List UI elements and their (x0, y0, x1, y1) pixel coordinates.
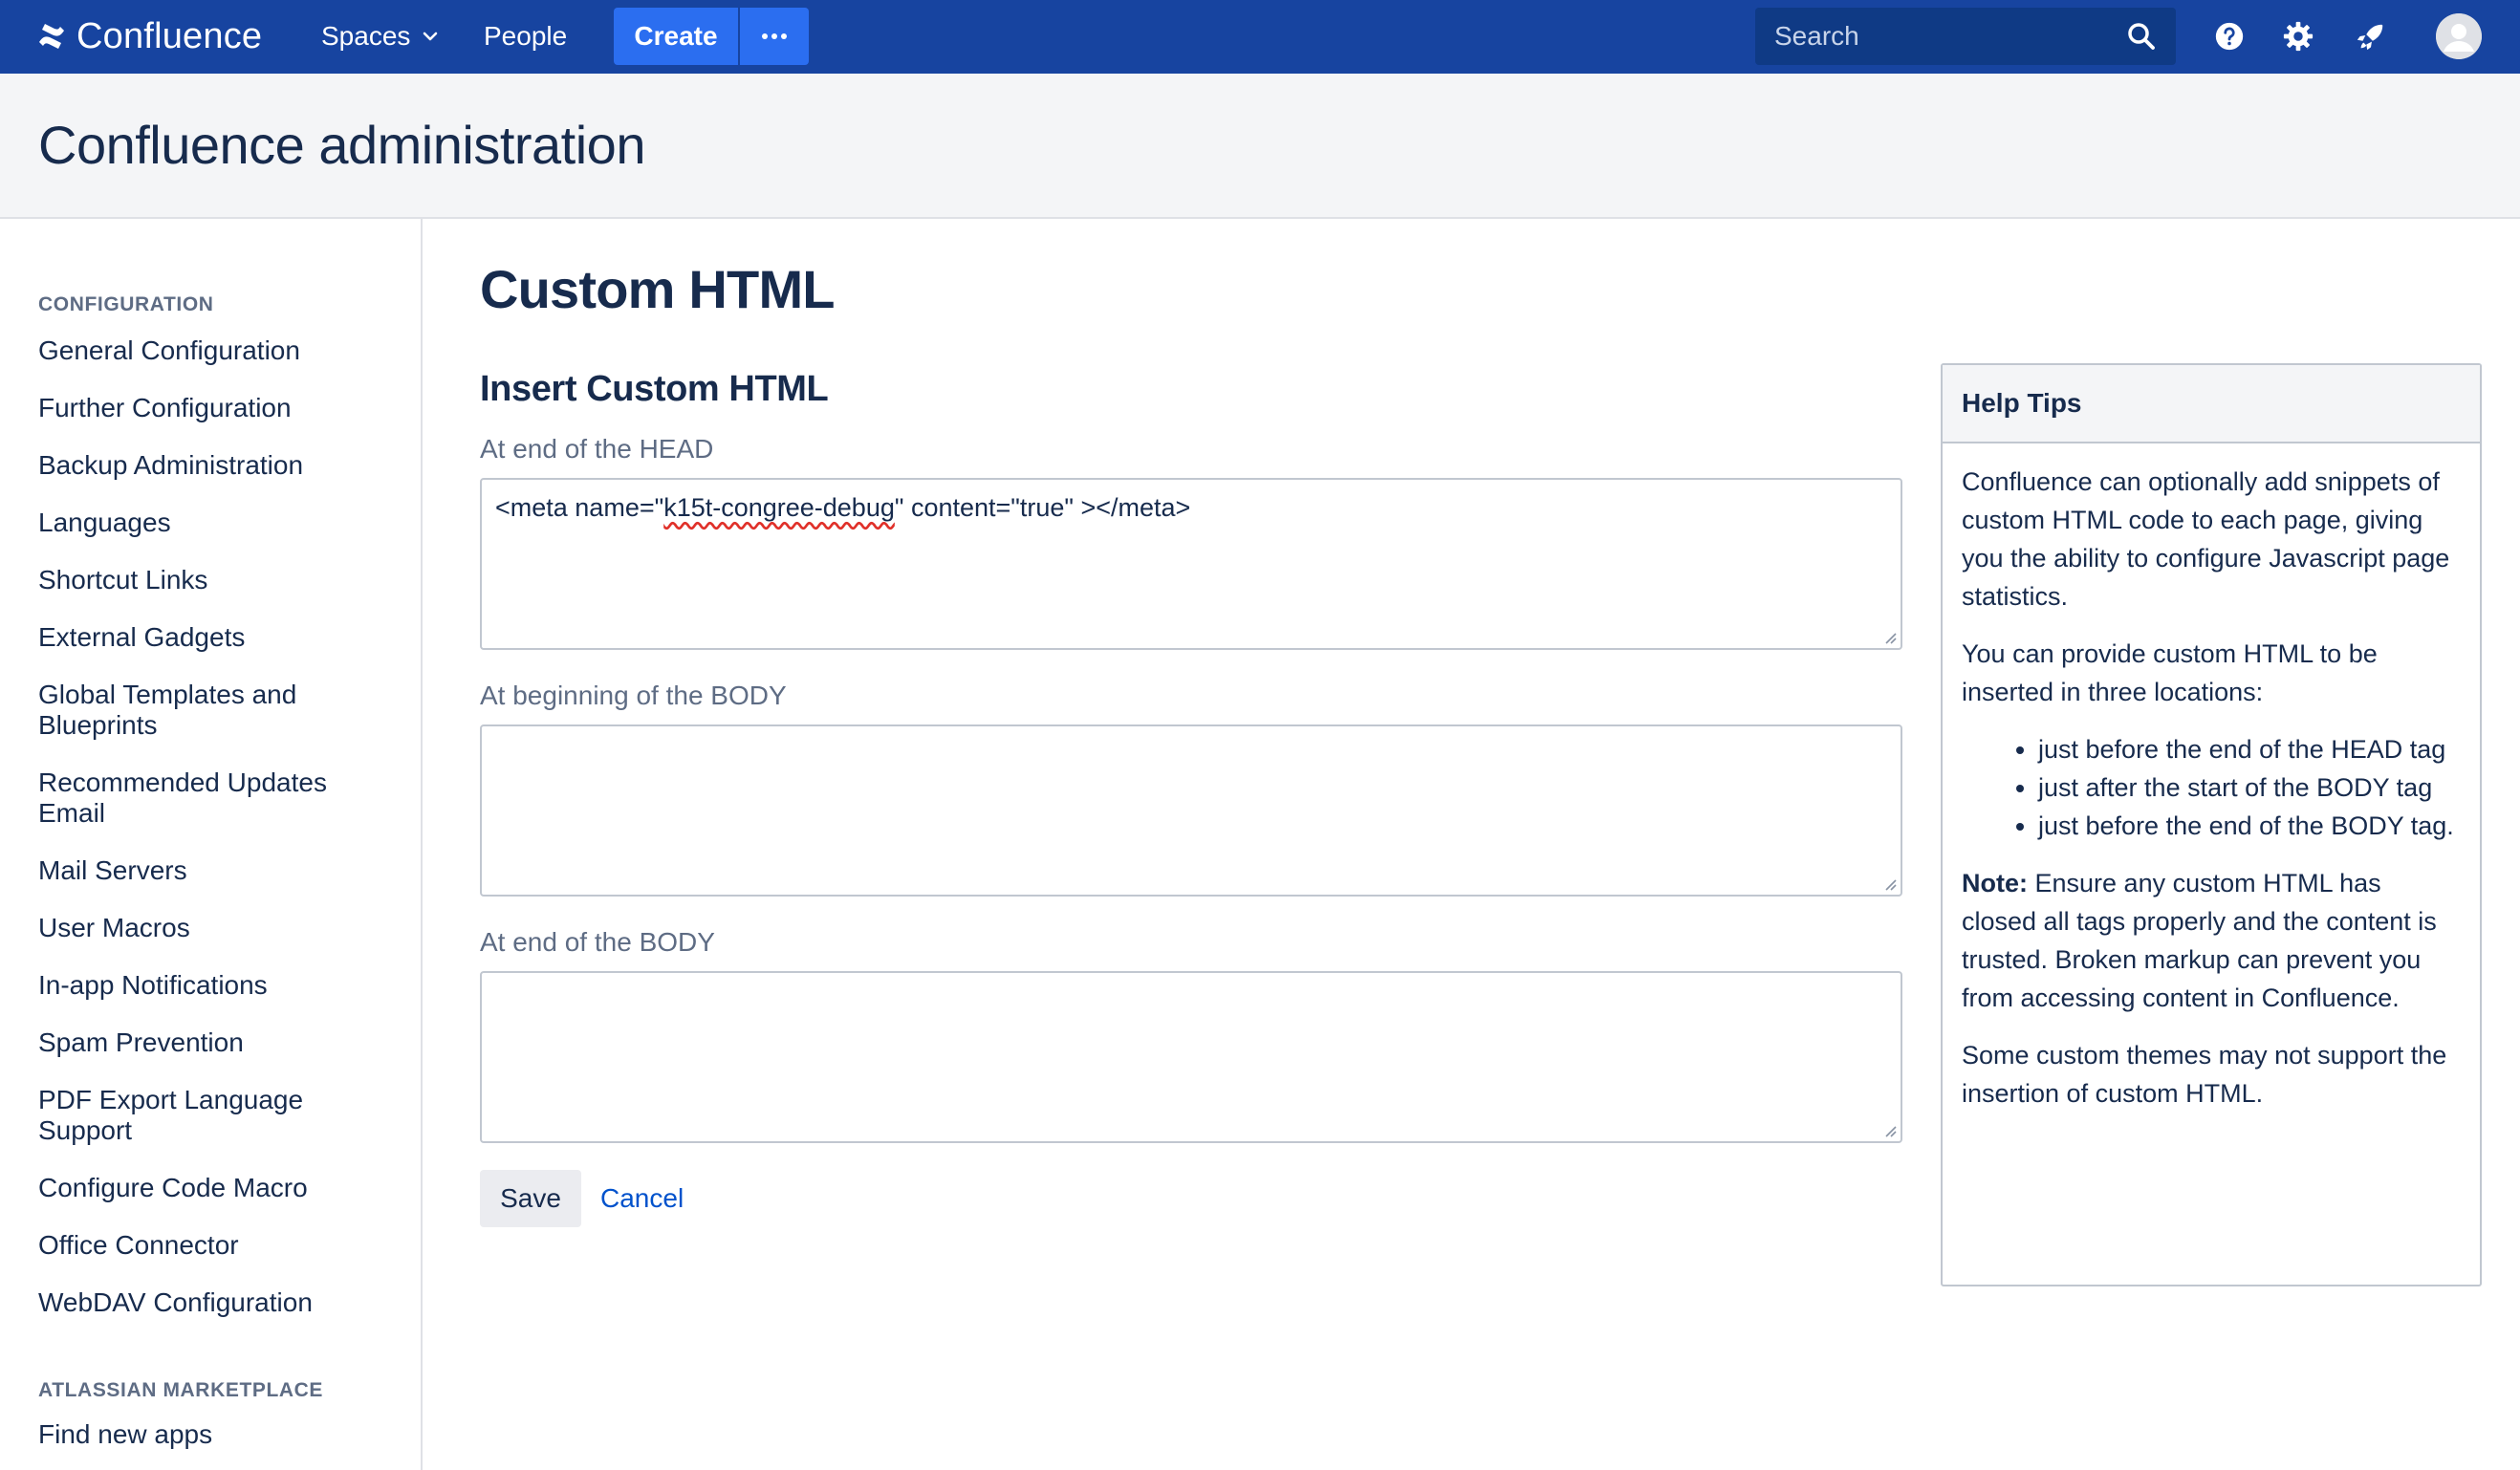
sidebar-item-languages[interactable]: Languages (38, 508, 392, 538)
body-end-html-input[interactable] (482, 973, 1901, 1141)
sidebar-item-recommended-updates[interactable]: Recommended Updates Email (38, 767, 392, 829)
help-icon[interactable] (2212, 19, 2247, 54)
create-button[interactable]: Create (614, 8, 738, 65)
search-input[interactable] (1774, 21, 2099, 52)
gear-icon[interactable] (2281, 19, 2315, 54)
help-tips-panel: Help Tips Confluence can optionally add … (1941, 363, 2482, 1286)
help-paragraph-note: Note: Ensure any custom HTML has closed … (1962, 864, 2461, 1017)
sidebar-item-pdf-export-language[interactable]: PDF Export Language Support (38, 1085, 392, 1146)
confluence-logo-icon (39, 24, 64, 49)
people-label: People (484, 21, 568, 51)
sidebar-item-general-configuration[interactable]: General Configuration (38, 335, 392, 366)
sidebar-heading-marketplace: ATLASSIAN MARKETPLACE (38, 1379, 324, 1401)
sidebar-item-in-app-notifications[interactable]: In-app Notifications (38, 970, 392, 1001)
head-html-value: <meta name="k15t-congree-debug" content=… (495, 493, 1190, 523)
more-dots-icon (762, 33, 787, 39)
sidebar-item-user-macros[interactable]: User Macros (38, 913, 392, 943)
help-note-text: Ensure any custom HTML has closed all ta… (1962, 869, 2437, 1012)
body-end-html-textarea[interactable] (480, 971, 1902, 1143)
body-start-html-textarea[interactable] (480, 724, 1902, 897)
cancel-link[interactable]: Cancel (600, 1170, 684, 1227)
head-value-prefix: <meta name=" (495, 493, 664, 522)
resize-grip-icon[interactable] (1881, 629, 1897, 644)
list-item: just before the end of the HEAD tag (2038, 730, 2461, 768)
help-locations-list: just before the end of the HEAD tag just… (1962, 730, 2461, 845)
admin-title: Confluence administration (38, 115, 645, 175)
search-icon[interactable] (2126, 21, 2157, 52)
create-more-button[interactable] (740, 8, 809, 65)
sidebar-item-mail-servers[interactable]: Mail Servers (38, 855, 392, 886)
help-paragraph-locations: You can provide custom HTML to be insert… (1962, 639, 2378, 706)
page-title: Custom HTML (480, 259, 836, 319)
list-item: just before the end of the BODY tag. (2038, 807, 2461, 845)
help-note-label: Note: (1962, 869, 2028, 897)
admin-header: Confluence administration (0, 74, 2520, 219)
sidebar-item-further-configuration[interactable]: Further Configuration (38, 393, 392, 423)
resize-grip-icon[interactable] (1881, 1122, 1897, 1137)
sidebar-item-spam-prevention[interactable]: Spam Prevention (38, 1027, 392, 1058)
help-paragraph-themes: Some custom themes may not support the i… (1962, 1041, 2447, 1108)
sidebar-item-office-connector[interactable]: Office Connector (38, 1230, 392, 1261)
spaces-label: Spaces (321, 21, 411, 51)
head-value-misspelled: k15t-congree-debug (663, 493, 895, 522)
list-item: just after the start of the BODY tag (2038, 768, 2461, 807)
top-navigation: Confluence Spaces People Create (0, 0, 2520, 74)
logo-text: Confluence (76, 15, 263, 56)
sidebar-item-shortcut-links[interactable]: Shortcut Links (38, 565, 392, 595)
help-paragraph-intro: Confluence can optionally add snippets o… (1962, 467, 2450, 611)
sidebar-heading-configuration: CONFIGURATION (38, 293, 214, 315)
body-start-html-input[interactable] (482, 726, 1901, 895)
help-tips-title: Help Tips (1943, 365, 2480, 443)
body-end-field-label: At end of the BODY (480, 927, 715, 957)
sidebar-item-backup-administration[interactable]: Backup Administration (38, 450, 392, 481)
sidebar-item-webdav-configuration[interactable]: WebDAV Configuration (38, 1287, 392, 1318)
head-value-suffix: " content="true" ></meta> (894, 493, 1191, 522)
chevron-down-icon (424, 32, 438, 41)
head-html-textarea[interactable]: <meta name="k15t-congree-debug" content=… (480, 478, 1902, 650)
sidebar-item-external-gadgets[interactable]: External Gadgets (38, 622, 392, 653)
body-start-field-label: At beginning of the BODY (480, 681, 787, 710)
spaces-menu[interactable]: Spaces (321, 17, 439, 55)
sidebar-item-global-templates[interactable]: Global Templates and Blueprints (38, 680, 392, 741)
avatar-icon[interactable] (2436, 13, 2482, 59)
section-title: Insert Custom HTML (480, 369, 829, 409)
sidebar-item-find-new-apps[interactable]: Find new apps (38, 1419, 392, 1450)
search-box[interactable] (1755, 8, 2176, 65)
rocket-icon[interactable] (2354, 19, 2388, 54)
resize-grip-icon[interactable] (1881, 876, 1897, 891)
head-field-label: At end of the HEAD (480, 434, 714, 464)
confluence-logo[interactable]: Confluence (36, 13, 262, 59)
save-button[interactable]: Save (480, 1170, 581, 1227)
sidebar-item-configure-code-macro[interactable]: Configure Code Macro (38, 1173, 392, 1203)
people-link[interactable]: People (484, 17, 567, 55)
admin-sidebar: CONFIGURATION General Configuration Furt… (0, 219, 423, 1470)
help-tips-body: Confluence can optionally add snippets o… (1943, 443, 2480, 1113)
